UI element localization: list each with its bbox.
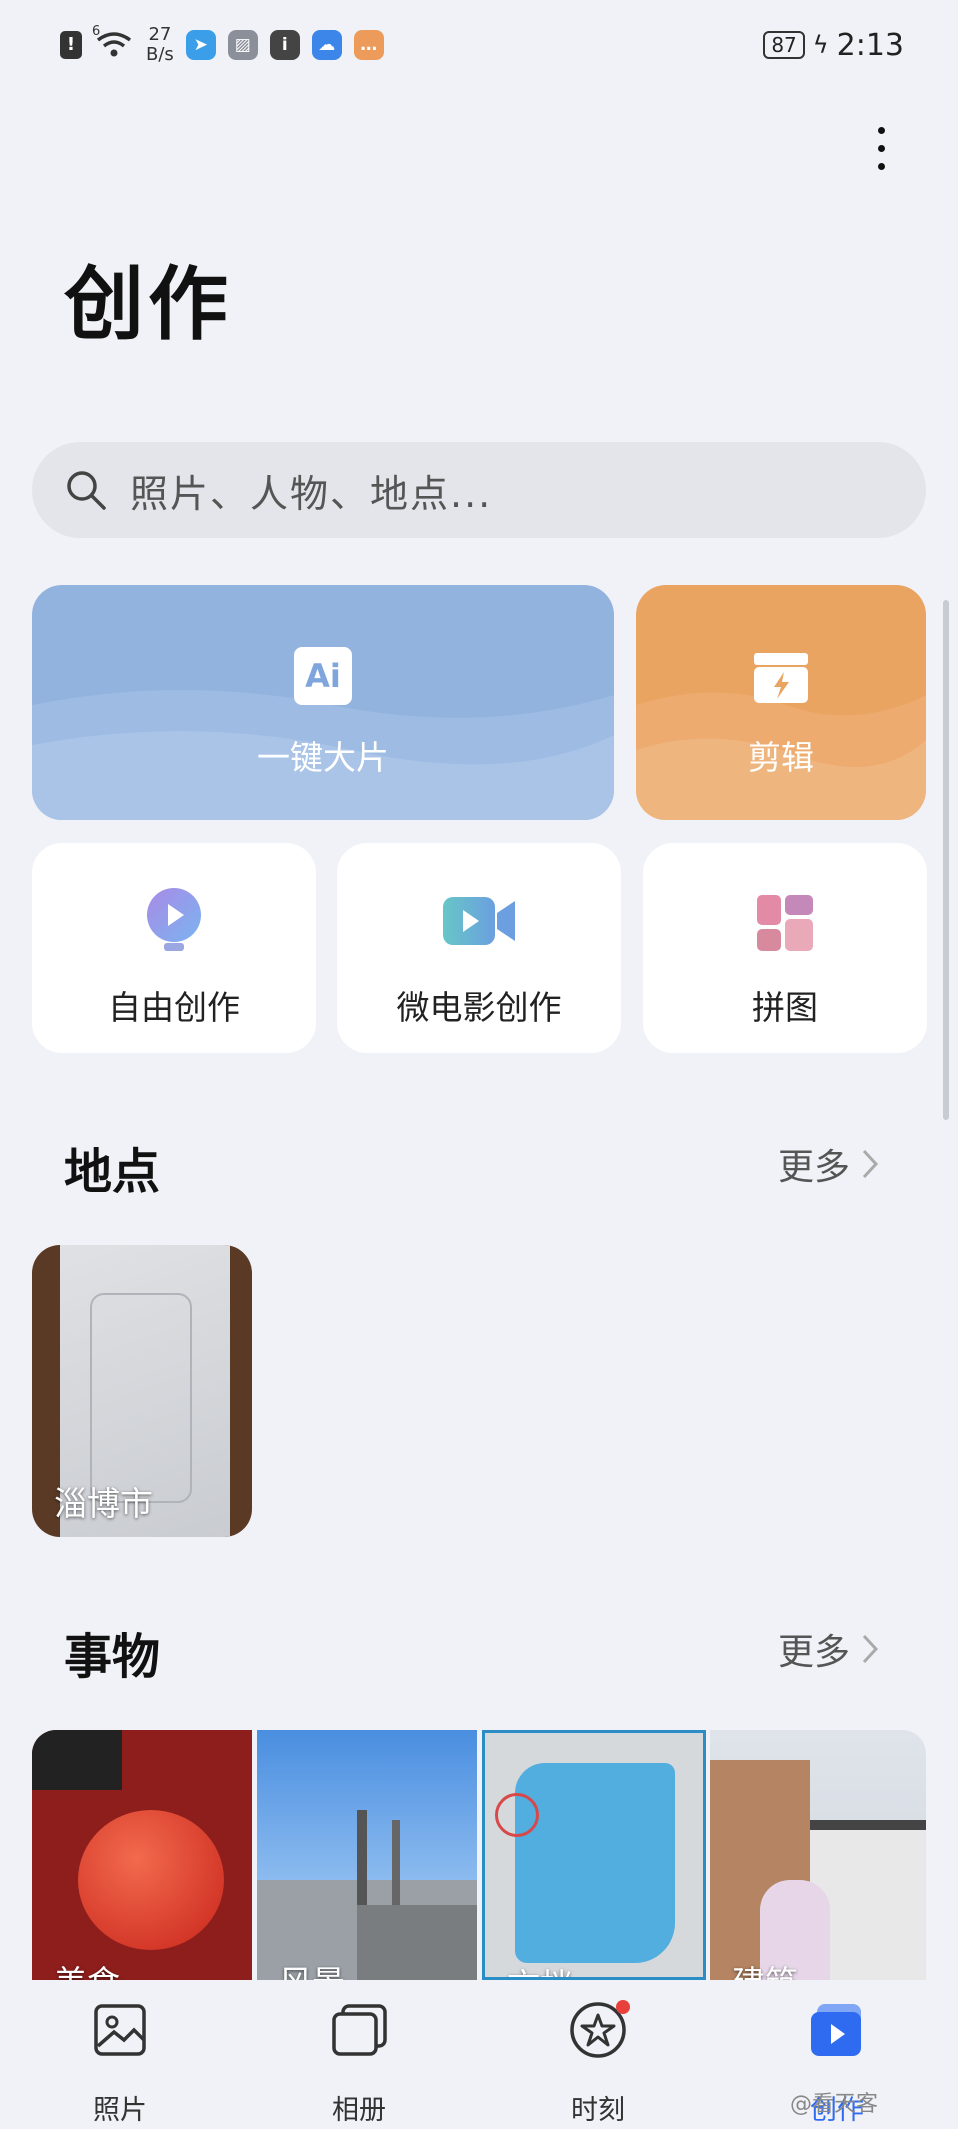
tab-photos-label: 照片: [93, 2095, 147, 2126]
tab-photos[interactable]: 照片: [30, 1980, 210, 2129]
thing-thumbnail-scenery[interactable]: 风景: [257, 1730, 477, 1980]
watermark: @看天客: [790, 2092, 879, 2117]
chevron-right-icon: [862, 1149, 879, 1179]
video-edit-label: 剪辑: [748, 738, 814, 777]
video-edit-card[interactable]: 剪辑: [636, 585, 926, 820]
tab-albums[interactable]: 相册: [269, 1980, 449, 2129]
search-bar[interactable]: 照片、人物、地点...: [32, 442, 926, 538]
tomato-image: [78, 1810, 224, 1950]
message-notification-icon: …: [353, 30, 384, 60]
thing-thumbnail-food[interactable]: 美食: [32, 1730, 252, 1980]
photo-icon: [94, 2004, 146, 2056]
play-bulb-icon: [147, 888, 201, 951]
albums-icon: [332, 2004, 387, 2056]
thing-label: 建筑: [732, 1956, 798, 1980]
place-thumbnail[interactable]: 淄博市: [32, 1245, 252, 1537]
collage-label: 拼图: [752, 988, 818, 1027]
wifi-icon: 6: [92, 24, 134, 60]
search-icon: [67, 471, 106, 510]
page-title: 创作: [64, 258, 232, 351]
tab-moments[interactable]: 时刻: [508, 1980, 688, 2129]
charging-icon: ϟ: [812, 31, 829, 59]
cloud-notification-icon: ☁: [311, 30, 342, 60]
scrollbar[interactable]: [943, 600, 949, 1120]
thing-label: 美食: [54, 1956, 120, 1980]
free-create-label: 自由创作: [108, 988, 240, 1027]
more-options-button[interactable]: [856, 118, 906, 178]
tab-moments-label: 时刻: [571, 2095, 625, 2126]
places-section-title: 地点: [64, 1144, 161, 1200]
video-camera-icon: [443, 897, 515, 945]
micro-movie-card[interactable]: 微电影创作: [337, 843, 621, 1053]
place-label: 淄博市: [54, 1484, 153, 1523]
chevron-right-icon: [862, 1634, 879, 1664]
app-notification-icon: ➤: [185, 30, 216, 60]
thing-label: 文档: [507, 1959, 573, 1977]
notification-badge: [616, 2000, 630, 2014]
network-speed: 27 B/s: [146, 24, 174, 65]
micro-movie-label: 微电影创作: [396, 988, 562, 1027]
things-more-link[interactable]: 更多: [778, 1623, 880, 1675]
thing-thumbnail-document[interactable]: 文档: [482, 1730, 706, 1980]
things-section-title: 事物: [64, 1629, 161, 1685]
info-notification-icon: i: [269, 30, 300, 60]
clock: 2:13: [836, 27, 904, 63]
ai-icon: Ai: [294, 647, 352, 705]
thing-thumbnail-building[interactable]: 建筑: [710, 1730, 926, 1980]
create-play-icon: [811, 2004, 861, 2056]
one-click-blockbuster-label: 一键大片: [257, 738, 389, 777]
phone-outline: [90, 1293, 192, 1503]
clapperboard-icon: [754, 653, 808, 703]
free-create-card[interactable]: 自由创作: [32, 843, 316, 1053]
alert-icon: !: [60, 31, 82, 59]
signal-badge: 6: [92, 24, 101, 39]
collage-grid-icon: [757, 895, 813, 951]
search-placeholder: 照片、人物、地点...: [130, 471, 493, 516]
gallery-notification-icon: ▨: [227, 30, 258, 60]
tab-albums-label: 相册: [332, 2095, 386, 2126]
battery-indicator: 87: [763, 31, 805, 59]
one-click-blockbuster-card[interactable]: Ai 一键大片: [32, 585, 614, 820]
more-dot-icon: [877, 126, 885, 134]
collage-card[interactable]: 拼图: [643, 843, 927, 1053]
thing-label: 风景: [279, 1956, 345, 1980]
places-more-link[interactable]: 更多: [778, 1138, 880, 1190]
status-bar: ! 6 27 B/s ➤ ▨ i ☁ … 87 ϟ 2:13: [0, 0, 958, 90]
